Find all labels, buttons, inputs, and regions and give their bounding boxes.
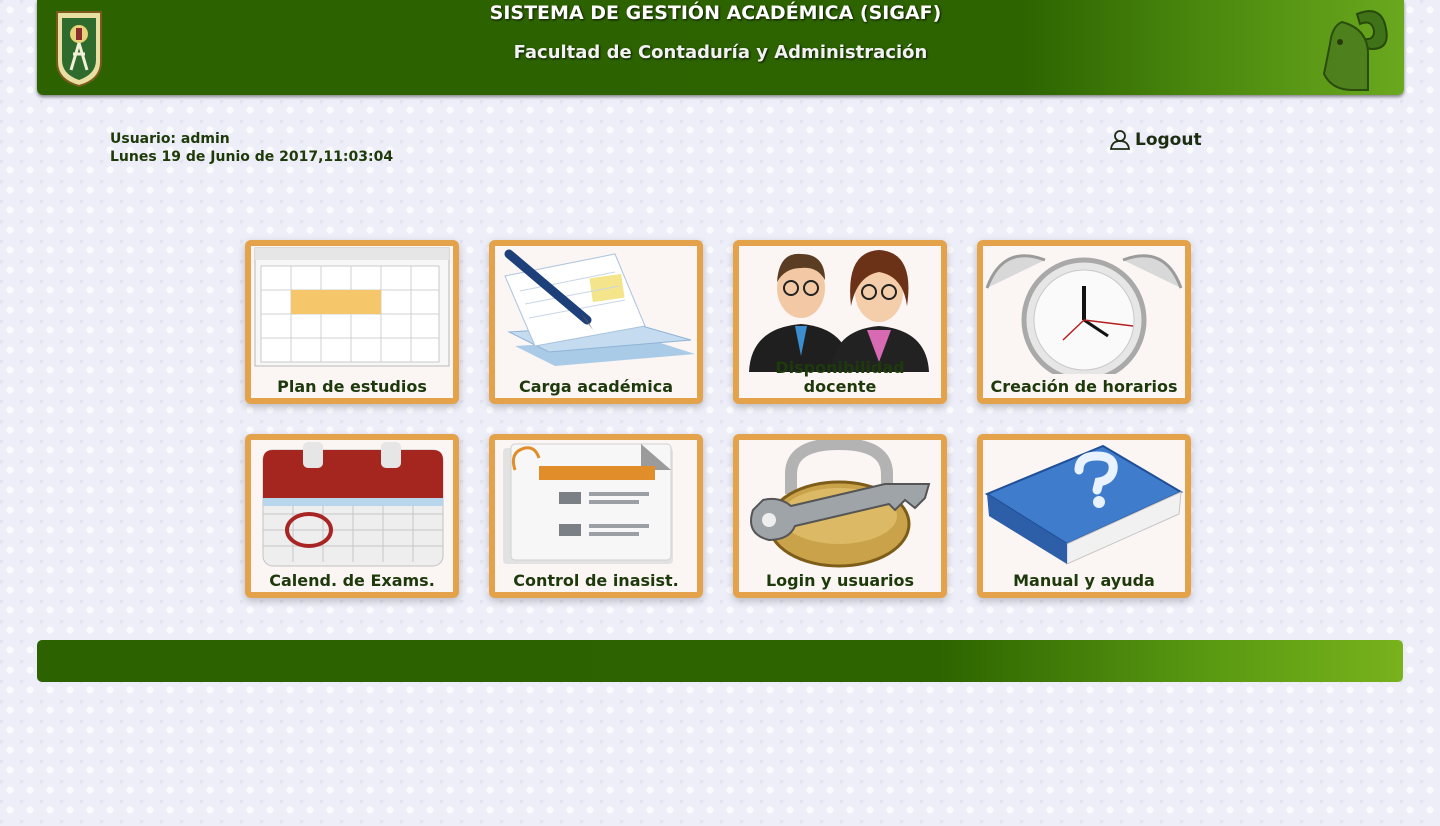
tile-label: Control de inasist. [513, 571, 679, 590]
help-book-icon [984, 444, 1184, 565]
padlock-key-icon [750, 440, 931, 568]
logout-label: Logout [1135, 130, 1202, 150]
tile-creacion-de-horarios[interactable]: Creación de horarios [977, 240, 1191, 404]
pen-documents-icon [504, 249, 695, 366]
faculty-subtitle: Facultad de Contaduría y Administración [513, 42, 928, 63]
tile-label: Carga académica [518, 377, 674, 396]
user-outline-icon [1109, 130, 1131, 150]
tile-label: Disponibilidad docente [775, 358, 905, 396]
tile-label: Calend. de Exams. [269, 571, 435, 590]
username-label: Usuario: admin [110, 131, 230, 147]
footer-bar [37, 640, 1403, 682]
tile-calend-de-exams[interactable]: Calend. de Exams. [245, 434, 459, 598]
tile-manual-y-ayuda[interactable]: Manual y ayuda [977, 434, 1191, 598]
attendance-form-icon [503, 443, 673, 564]
tile-label: Login y usuarios [765, 571, 915, 590]
exam-calendar-icon [262, 442, 444, 567]
tile-label: Creación de horarios [990, 377, 1178, 396]
teachers-icon [749, 250, 929, 372]
datetime-label: Lunes 19 de Junio de 2017,11:03:04 [110, 149, 394, 165]
header-banner: SISTEMA DE GESTIÓN ACADÉMICA (SIGAF) Fac… [37, 0, 1404, 95]
ram-mascot-icon [1322, 10, 1388, 91]
tile-login-y-usuarios[interactable]: Login y usuarios [733, 434, 947, 598]
app-title: SISTEMA DE GESTIÓN ACADÉMICA (SIGAF) [489, 2, 942, 24]
tile-carga-academica[interactable]: Carga académica [489, 240, 703, 404]
tile-plan-de-estudios[interactable]: Plan de estudios [245, 240, 459, 404]
tile-label: Plan de estudios [277, 377, 427, 396]
alarm-clock-icon [985, 254, 1183, 374]
session-info: Usuario: admin Lunes 19 de Junio de 2017… [110, 130, 393, 166]
tile-label: Manual y ayuda [1013, 571, 1155, 590]
tile-disponibilidad-docente[interactable]: Disponibilidad docente [733, 240, 947, 404]
tile-control-de-inasist[interactable]: Control de inasist. [489, 434, 703, 598]
calendar-grid-icon [254, 247, 450, 367]
logout-button[interactable]: Logout [1109, 129, 1202, 151]
